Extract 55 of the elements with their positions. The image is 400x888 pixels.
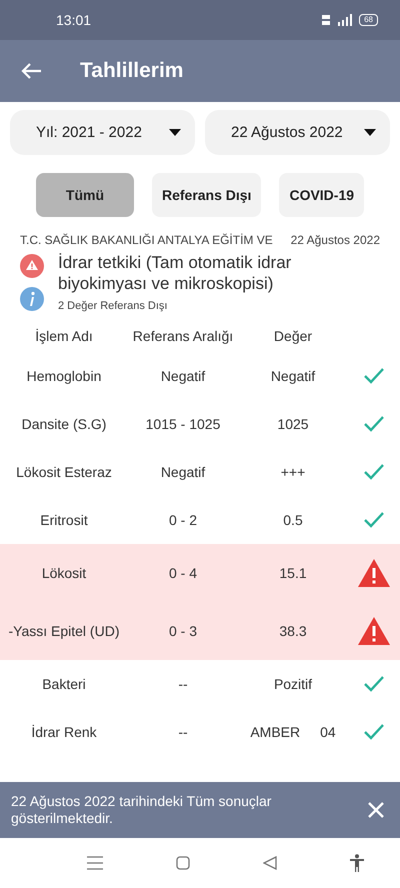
table-cell: 0.5: [283, 512, 303, 528]
table-cell-text: Hemoglobin: [26, 368, 102, 384]
table-cell-text: Lökosit: [40, 565, 88, 581]
table-cell-text: Bakteri: [41, 676, 87, 692]
warning-icon: [357, 616, 391, 646]
table-cell-text: Negatif: [160, 368, 206, 384]
snackbar-message: 22 Ağustos 2022 tarihindeki Tüm sonuçlar gösterilmektedir.: [11, 793, 272, 827]
table-cell-text: 1015 - 1025: [144, 416, 222, 432]
table-cell-text: 0 - 3: [168, 623, 198, 639]
table-cell-text: --: [177, 724, 189, 740]
table-cell-text: Negatif: [160, 464, 206, 480]
column-header: İşlem Adı: [34, 328, 94, 344]
table-cell-text: Lökosit Esteraz: [15, 464, 113, 480]
battery-indicator: 68: [359, 14, 378, 26]
page-title: Tahlillerim: [80, 59, 184, 83]
column-header: Değer: [272, 328, 314, 344]
info-icon: [20, 287, 44, 311]
filter-tab[interactable]: Tümü: [36, 173, 134, 217]
table-cell-text: Dansite (S.G): [20, 416, 108, 432]
warning-icon: [20, 254, 44, 278]
institution-name: T.C. SAĞLIK BAKANLIĞI ANTALYA EĞİTİM VE: [20, 233, 273, 247]
table-cell-text: 0 - 4: [168, 565, 198, 581]
table-cell: +++: [280, 464, 306, 480]
column-header: Referans Aralığı: [132, 328, 234, 344]
filter-tab[interactable]: Referans Dışı: [152, 173, 262, 217]
test-date: 22 Ağustos 2022: [290, 233, 380, 247]
table-cell-text: --: [177, 676, 189, 692]
table-cell: 38.3: [279, 623, 307, 639]
table-cell-text: Eritrosit: [39, 512, 89, 528]
back-arrow-icon[interactable]: [20, 62, 42, 80]
status-time: 13:01: [56, 12, 92, 28]
table-cell: Pozitif: [274, 676, 312, 692]
filter-tab[interactable]: COVID-19: [279, 173, 364, 217]
menu-icon[interactable]: [86, 856, 102, 870]
table-cell: 1025: [277, 416, 309, 432]
signal-icon: [337, 14, 354, 26]
out-of-range-summary: 2 Değer Referans Dışı: [58, 300, 168, 312]
table-cell: 15.1: [279, 565, 307, 581]
dropdown-caret-icon: [364, 129, 376, 136]
table-cell-text: -Yassı Epitel (UD): [8, 623, 120, 639]
table-cell: Negatif: [270, 368, 316, 384]
table-cell: 04: [320, 724, 336, 740]
table-cell-text: İdrar Renk: [30, 724, 98, 740]
volte-icon: [321, 14, 332, 26]
back-icon[interactable]: [262, 856, 276, 870]
dropdown[interactable]: Yıl: 2021 - 2022: [10, 110, 195, 155]
home-icon[interactable]: [176, 856, 190, 870]
table-cell-text: 0 - 2: [168, 512, 198, 528]
warning-icon: [357, 558, 391, 588]
table-cell: AMBER: [250, 724, 300, 740]
close-icon[interactable]: [368, 802, 384, 818]
accessibility-icon[interactable]: [350, 854, 364, 872]
test-title: İdrar tetkiki (Tam otomatik idrar biyokimyası ve mikroskopisi): [58, 252, 292, 294]
dropdown-caret-icon: [169, 129, 181, 136]
dropdown[interactable]: 22 Ağustos 2022: [205, 110, 390, 155]
